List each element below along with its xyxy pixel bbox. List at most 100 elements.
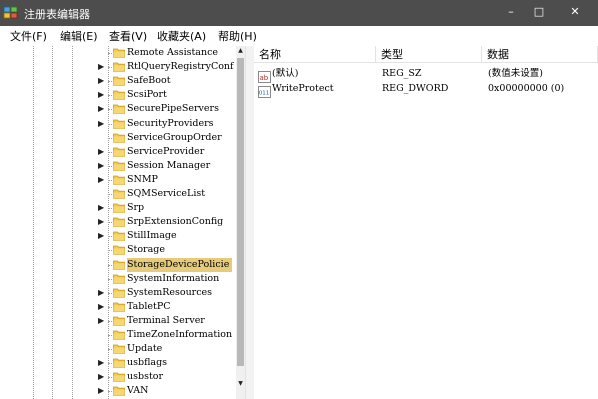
tree-item[interactable]: ▶ ScsiPort <box>0 88 236 102</box>
expand-arrow-icon[interactable]: ▶ <box>98 74 106 88</box>
tree-item-label: SafeBoot <box>127 75 171 87</box>
expand-arrow-icon[interactable]: ▶ <box>98 145 106 159</box>
folder-icon <box>113 244 125 256</box>
tree-item[interactable]: ▶ SecurityProviders <box>0 117 236 131</box>
tree-item-label: Storage <box>127 244 165 256</box>
folder-icon <box>113 329 125 340</box>
scrollbar-thumb[interactable] <box>237 58 244 366</box>
value-name: (默认) <box>272 68 299 79</box>
folder-icon <box>113 118 125 129</box>
tree-item-label: SNMP <box>127 173 158 185</box>
tree-item-selected[interactable]: StorageDevicePolicie <box>0 257 236 272</box>
tree-item-label: ServiceProvider <box>127 145 205 157</box>
folder-icon <box>113 259 125 270</box>
svg-text:ab: ab <box>260 74 269 82</box>
minimize-button[interactable]: – <box>498 0 524 26</box>
folder-icon <box>113 89 125 101</box>
registry-key-tree[interactable]: Remote Assistance ▶ RtlQueryRegistryConf ▶ S… <box>0 46 245 399</box>
tree-item-label: SQMServiceList <box>127 188 206 199</box>
expand-arrow-icon[interactable]: ▶ <box>98 173 106 187</box>
expand-arrow-icon[interactable]: ▶ <box>98 60 106 74</box>
folder-icon <box>113 343 125 354</box>
menu-help[interactable]: 帮助(H) <box>218 28 257 44</box>
expand-arrow-icon[interactable]: ▶ <box>98 300 106 314</box>
folder-icon <box>113 75 125 87</box>
tree-scrollbar[interactable]: ▲ ▼ <box>236 46 245 399</box>
folder-icon <box>113 357 125 369</box>
tree-item[interactable]: TimeZoneInformation <box>0 328 236 342</box>
folder-icon <box>113 174 125 185</box>
tree-item[interactable]: ▶ ServiceProvider <box>0 145 236 159</box>
tree-item-label: SystemResources <box>127 286 213 298</box>
expand-arrow-icon[interactable]: ▶ <box>98 229 106 243</box>
folder-icon <box>113 385 125 397</box>
value-row[interactable]: 011 WriteProtect REG_DWORD 0x00000000 (0… <box>254 82 598 98</box>
close-button[interactable]: ✕ <box>562 0 588 26</box>
column-header-type[interactable]: 类型 <box>376 46 482 63</box>
tree-item-label: Terminal Server <box>127 314 205 326</box>
menu-view[interactable]: 查看(V) <box>109 28 147 44</box>
tree-item[interactable]: ▶ TabletPC <box>0 300 236 314</box>
menu-bar: 文件(F) 编辑(E) 查看(V) 收藏夹(A) 帮助(H) <box>0 26 598 47</box>
expand-arrow-icon[interactable]: ▶ <box>98 286 106 300</box>
window-title: 注册表编辑器 <box>24 8 90 21</box>
tree-item-label: ServiceGroupOrder <box>127 131 222 143</box>
expand-arrow-icon[interactable]: ▶ <box>98 215 106 229</box>
folder-icon <box>113 61 125 72</box>
expand-arrow-icon[interactable]: ▶ <box>98 384 106 398</box>
tree-item-label: StillImage <box>127 230 177 242</box>
tree-item[interactable]: ▶ SNMP <box>0 173 236 187</box>
tree-item[interactable]: ▶ VAN <box>0 384 236 398</box>
tree-item[interactable]: ▶ Terminal Server <box>0 314 236 328</box>
tree-item-label: StorageDevicePolicie <box>127 257 233 272</box>
tree-item[interactable]: ▶ usbstor <box>0 370 236 384</box>
value-data: (数值未设置) <box>488 68 543 79</box>
tree-item[interactable]: Update <box>0 342 236 356</box>
tree-item[interactable]: ▶ Srp <box>0 201 236 215</box>
svg-text:011: 011 <box>259 91 270 97</box>
scroll-down-arrow-icon[interactable]: ▼ <box>236 379 245 389</box>
tree-item[interactable]: ▶ SecurePipeServers <box>0 102 236 116</box>
expand-arrow-icon[interactable]: ▶ <box>98 201 106 215</box>
folder-icon <box>113 273 125 284</box>
tree-item-label: RtlQueryRegistryConf <box>127 61 234 73</box>
tree-item-label: SrpExtensionConfig <box>127 216 224 228</box>
expand-arrow-icon[interactable]: ▶ <box>98 314 106 328</box>
tree-item[interactable]: ▶ SafeBoot <box>0 74 236 88</box>
title-bar[interactable]: 注册表编辑器 – □ ✕ <box>0 0 598 26</box>
scroll-up-arrow-icon[interactable]: ▲ <box>236 46 245 56</box>
menu-edit[interactable]: 编辑(E) <box>60 28 98 44</box>
folder-icon <box>113 146 125 157</box>
expand-arrow-icon[interactable]: ▶ <box>98 356 106 370</box>
expand-arrow-icon[interactable]: ▶ <box>98 370 106 384</box>
column-header-data[interactable]: 数据 <box>482 46 598 63</box>
tree-item[interactable]: SQMServiceList <box>0 187 236 201</box>
maximize-button[interactable]: □ <box>526 0 552 26</box>
tree-item[interactable]: ServiceGroupOrder <box>0 131 236 145</box>
tree-item[interactable]: ▶ usbflags <box>0 356 236 370</box>
tree-item[interactable]: ▶ SystemResources <box>0 286 236 300</box>
tree-item[interactable]: Remote Assistance <box>0 46 236 60</box>
string-value-icon: ab <box>258 68 271 83</box>
expand-arrow-icon[interactable]: ▶ <box>98 88 106 102</box>
expand-arrow-icon[interactable]: ▶ <box>98 102 106 116</box>
value-row[interactable]: ab (默认) REG_SZ (数值未设置) <box>254 67 598 83</box>
tree-item[interactable]: ▶ StillImage <box>0 229 236 243</box>
tree-item[interactable]: ▶ RtlQueryRegistryConf <box>0 60 236 74</box>
tree-item[interactable]: ▶ SrpExtensionConfig <box>0 215 236 229</box>
menu-file[interactable]: 文件(F) <box>10 28 47 44</box>
folder-icon <box>113 287 125 298</box>
column-header-name[interactable]: 名称 <box>254 46 376 63</box>
expand-arrow-icon[interactable]: ▶ <box>98 159 106 173</box>
folder-icon <box>113 371 125 383</box>
tree-item-label: Srp <box>127 202 145 214</box>
registry-editor-window: 注册表编辑器 – □ ✕ 文件(F) 编辑(E) 查看(V) 收藏夹(A) 帮助… <box>0 0 598 399</box>
tree-item[interactable]: Storage <box>0 243 236 257</box>
values-pane[interactable]: 名称 类型 数据 ab (默认) REG_SZ (数值未设置) 011 Writ… <box>254 46 598 399</box>
value-type: REG_DWORD <box>382 83 449 94</box>
expand-arrow-icon[interactable]: ▶ <box>98 117 106 131</box>
tree-item[interactable]: SystemInformation <box>0 272 236 286</box>
folder-icon <box>113 160 125 171</box>
tree-item[interactable]: ▶ Session Manager <box>0 159 236 173</box>
menu-favorites[interactable]: 收藏夹(A) <box>157 28 206 44</box>
